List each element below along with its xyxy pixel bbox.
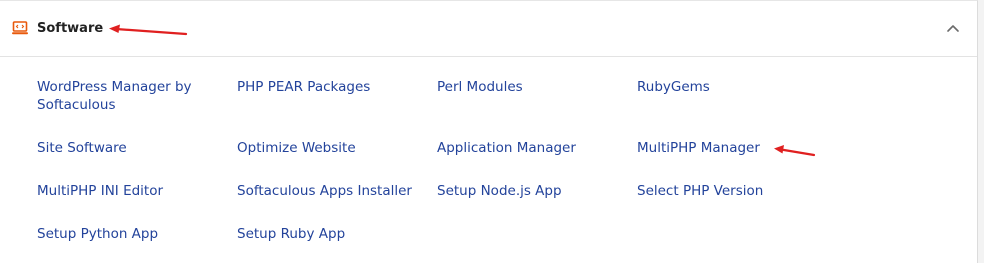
link-select-php-version[interactable]: Select PHP Version	[637, 182, 763, 200]
link-multiphp-manager[interactable]: MultiPHP Manager	[637, 139, 760, 157]
section-title: Software	[37, 21, 104, 36]
link-setup-nodejs-app[interactable]: Setup Node.js App	[437, 182, 562, 200]
link-site-software[interactable]: Site Software	[37, 139, 127, 157]
annotation-arrow-multiphp	[774, 145, 816, 157]
link-softaculous-apps-installer[interactable]: Softaculous Apps Installer	[237, 182, 412, 200]
link-multiphp-ini-editor[interactable]: MultiPHP INI Editor	[37, 182, 163, 200]
software-panel: Software WordPress Manager by Softaculou…	[0, 0, 978, 263]
software-icon	[12, 21, 28, 35]
link-application-manager[interactable]: Application Manager	[437, 139, 576, 157]
chevron-up-icon[interactable]	[944, 20, 962, 38]
link-perl-modules[interactable]: Perl Modules	[437, 78, 523, 96]
link-optimize-website[interactable]: Optimize Website	[237, 139, 356, 157]
link-setup-ruby-app[interactable]: Setup Ruby App	[237, 225, 345, 243]
annotation-arrow-title	[109, 24, 188, 36]
software-panel-header[interactable]: Software	[0, 1, 977, 57]
link-wordpress-manager[interactable]: WordPress Manager by Softaculous	[37, 78, 207, 114]
link-setup-python-app[interactable]: Setup Python App	[37, 225, 158, 243]
link-php-pear-packages[interactable]: PHP PEAR Packages	[237, 78, 370, 96]
link-rubygems[interactable]: RubyGems	[637, 78, 710, 96]
